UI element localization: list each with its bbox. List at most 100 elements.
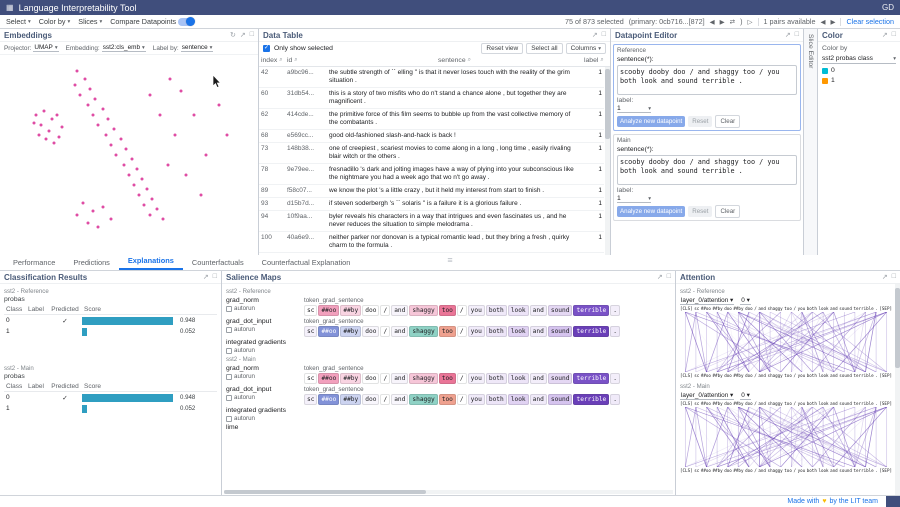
embedding-point[interactable]: [138, 194, 141, 197]
embedding-point[interactable]: [89, 88, 92, 91]
embedding-point[interactable]: [60, 126, 63, 129]
token-chip[interactable]: /: [380, 305, 390, 316]
embedding-point[interactable]: [97, 124, 100, 127]
classification-row[interactable]: 10.052: [4, 326, 217, 337]
token-chip[interactable]: /: [380, 373, 390, 384]
columns-button[interactable]: Columns▾: [566, 43, 606, 54]
embedding-point[interactable]: [112, 128, 115, 131]
table-row[interactable]: 73148b38...one of creepiest , scariest m…: [259, 143, 604, 164]
embedding-point[interactable]: [37, 134, 40, 137]
toggle-switch[interactable]: [178, 18, 194, 26]
popout-icon[interactable]: ↗: [657, 273, 663, 281]
token-chip[interactable]: .: [610, 394, 620, 405]
embedding-point[interactable]: [184, 174, 187, 177]
embedding-point[interactable]: [115, 154, 118, 157]
head-select[interactable]: 0 ▾: [740, 391, 751, 400]
table-row[interactable]: 10040a6e9...neither parker nor donovan i…: [259, 232, 604, 253]
sentence-input[interactable]: scooby dooby doo / and shaggy too / you …: [617, 155, 797, 185]
column-header-label[interactable]: label⌕: [582, 55, 604, 66]
search-icon[interactable]: ⌕: [279, 57, 282, 64]
token-chip[interactable]: look: [508, 305, 529, 316]
tab-counterfactuals[interactable]: Counterfactuals: [183, 256, 253, 270]
embedding-point[interactable]: [102, 206, 105, 209]
scrollbar-thumb[interactable]: [895, 288, 900, 368]
embedding-point[interactable]: [143, 204, 146, 207]
token-chip[interactable]: ##by: [340, 373, 361, 384]
embedding-point[interactable]: [200, 194, 203, 197]
embedding-point[interactable]: [151, 198, 154, 201]
token-chip[interactable]: sc: [304, 326, 317, 337]
token-chip[interactable]: you: [468, 394, 485, 405]
token-chip[interactable]: sound: [548, 373, 573, 384]
head-select[interactable]: 0 ▾: [740, 296, 751, 305]
token-chip[interactable]: ##by: [340, 305, 361, 316]
tab-predictions[interactable]: Predictions: [64, 256, 119, 270]
select-menu[interactable]: Select▾: [6, 17, 31, 26]
drag-handle-icon[interactable]: ≡: [447, 255, 452, 265]
embedding-point[interactable]: [218, 104, 221, 107]
label-select[interactable]: 1▾: [617, 105, 651, 113]
next-pair-icon[interactable]: ▶: [830, 18, 835, 26]
label-by-select[interactable]: sentence▾: [181, 44, 214, 52]
maximize-icon[interactable]: □: [602, 31, 606, 39]
embedding-point[interactable]: [146, 188, 149, 191]
embedding-point[interactable]: [109, 218, 112, 221]
embedding-point[interactable]: [148, 214, 151, 217]
embedding-point[interactable]: [102, 108, 105, 111]
token-chip[interactable]: sc: [304, 373, 317, 384]
token-chip[interactable]: /: [457, 373, 467, 384]
token-chip[interactable]: and: [391, 305, 408, 316]
scrollbar-thumb[interactable]: [605, 69, 610, 139]
popout-icon[interactable]: ↗: [882, 273, 888, 281]
embedding-point[interactable]: [128, 174, 131, 177]
classification-row[interactable]: 10.052: [4, 403, 217, 414]
table-row[interactable]: 68e569cc...good old-fashioned slash-and-…: [259, 130, 604, 143]
embedding-point[interactable]: [166, 164, 169, 167]
tab-counterfactual-explanation[interactable]: Counterfactual Explanation: [253, 256, 360, 270]
token-chip[interactable]: sound: [548, 326, 573, 337]
swap-icon[interactable]: ⇄: [730, 18, 735, 26]
embedding-point[interactable]: [192, 114, 195, 117]
reset-view-button[interactable]: Reset view: [481, 43, 523, 54]
label-select[interactable]: 1▾: [617, 195, 651, 203]
token-chip[interactable]: ##oo: [318, 394, 339, 405]
table-row[interactable]: 789e79ee...fresnadillo 's dark and jolti…: [259, 164, 604, 185]
token-chip[interactable]: you: [468, 305, 485, 316]
token-chip[interactable]: too: [439, 305, 456, 316]
token-chip[interactable]: you: [468, 326, 485, 337]
embedding-point[interactable]: [91, 210, 94, 213]
embedding-point[interactable]: [58, 136, 61, 139]
token-chip[interactable]: doo: [362, 373, 379, 384]
token-chip[interactable]: both: [486, 326, 507, 337]
scrollbar-thumb[interactable]: [224, 490, 426, 494]
autorun-checkbox[interactable]: autorun: [226, 394, 300, 401]
token-chip[interactable]: ##by: [340, 394, 361, 405]
embedding-point[interactable]: [86, 222, 89, 225]
embedding-point[interactable]: [81, 202, 84, 205]
classification-row[interactable]: 0✓0.948: [4, 315, 217, 326]
token-chip[interactable]: shaggy: [409, 305, 437, 316]
color-by-select[interactable]: sst2 probas class▾: [822, 55, 896, 64]
maximize-icon[interactable]: □: [795, 31, 799, 39]
table-row[interactable]: 89f58c07...we know the plot 's a little …: [259, 185, 604, 198]
slice-editor-collapsed[interactable]: Slice Editor: [804, 29, 817, 255]
apps-grid-icon[interactable]: ▦: [6, 3, 14, 12]
token-chip[interactable]: .: [610, 326, 620, 337]
embedding-point[interactable]: [135, 168, 138, 171]
color-by-menu[interactable]: Color by▾: [39, 17, 71, 26]
token-chip[interactable]: doo: [362, 394, 379, 405]
embedding-point[interactable]: [133, 184, 136, 187]
column-header-sentence[interactable]: sentence⌕: [327, 55, 582, 66]
column-header-index[interactable]: index⌕: [259, 55, 285, 66]
embedding-point[interactable]: [130, 158, 133, 161]
token-chip[interactable]: .: [610, 305, 620, 316]
table-row[interactable]: 6031db54...this is a story of two misfit…: [259, 88, 604, 109]
token-chip[interactable]: look: [508, 394, 529, 405]
token-chip[interactable]: sc: [304, 305, 317, 316]
popout-icon[interactable]: ↗: [785, 31, 791, 39]
embedding-point[interactable]: [48, 130, 51, 133]
embedding-point[interactable]: [179, 90, 182, 93]
token-chip[interactable]: shaggy: [409, 326, 437, 337]
reset-button[interactable]: Reset: [688, 206, 712, 217]
search-icon[interactable]: ⌕: [600, 57, 603, 64]
